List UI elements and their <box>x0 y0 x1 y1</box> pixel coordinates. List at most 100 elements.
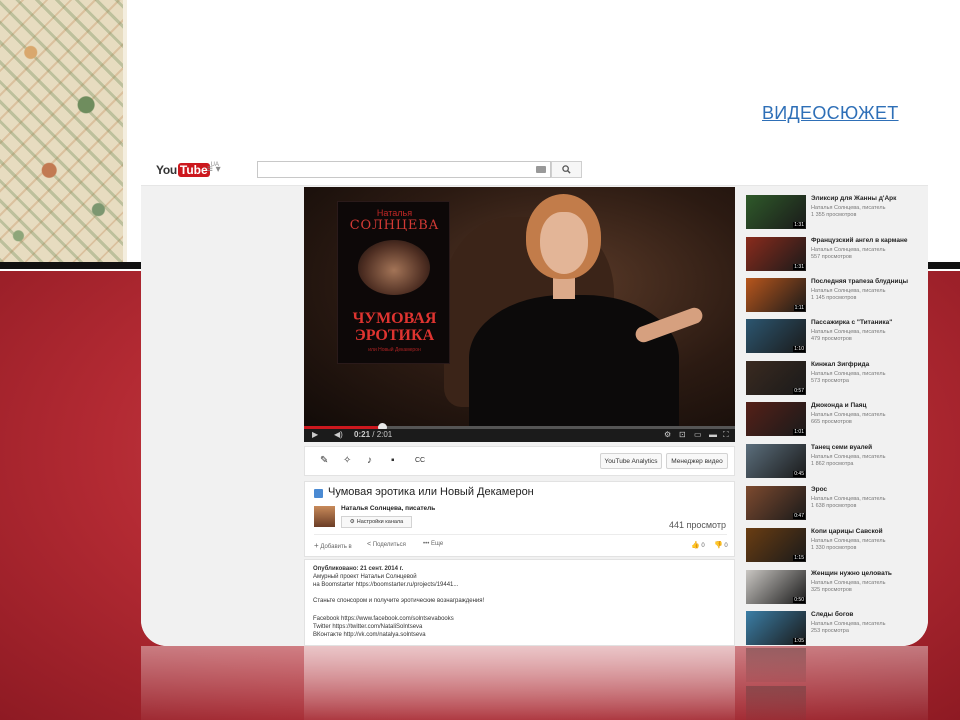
floral-edge <box>123 0 127 262</box>
search-button[interactable] <box>551 161 582 178</box>
share-button[interactable]: < Поделиться <box>367 541 406 548</box>
related-video-views: 1 862 просмотра <box>811 461 854 467</box>
thumbs-down-icon: 👎 <box>714 542 723 549</box>
related-video-item[interactable]: 1:05 Следы богов Наталья Солнцева, писател… <box>746 611 921 646</box>
related-video-title[interactable]: Кинжал Зигфрида <box>811 361 869 368</box>
dislike-count: 0 <box>724 543 728 549</box>
add-to-button[interactable]: + Добавить в <box>314 541 352 550</box>
pencil-icon[interactable]: ✎ <box>320 455 328 466</box>
video-duration: 1:05 <box>793 638 805 644</box>
video-thumbnail[interactable]: 1:05 <box>746 611 806 645</box>
related-video-item[interactable]: 1:11 Последняя трапеза блудницы Наталья Со… <box>746 278 921 315</box>
related-video-views: 557 просмотров <box>811 254 852 260</box>
fullscreen-icon[interactable]: ⛶ <box>723 430 729 440</box>
related-video-title[interactable]: Копи царицы Савской <box>811 528 883 535</box>
video-thumbnail[interactable]: 0:47 <box>746 486 806 520</box>
related-video-title[interactable]: Эликсир для Жанны д'Арк <box>811 195 896 202</box>
add-to-label: Добавить в <box>320 544 352 550</box>
video-title: Чумовая эротика или Новый Декамерон <box>328 486 534 498</box>
comment-icon[interactable]: ▪ <box>391 455 395 466</box>
video-duration: 1:01 <box>793 429 805 435</box>
video-info-card: Чумовая эротика или Новый Декамерон Ната… <box>304 481 735 557</box>
related-video-title[interactable]: Последняя трапеза блудницы <box>811 278 908 285</box>
video-duration: 0:50 <box>793 597 805 603</box>
related-video-views: 1 145 просмотров <box>811 295 857 301</box>
book-subtitle: или Новый Декамерон <box>368 347 421 353</box>
video-thumbnail[interactable]: 0:45 <box>746 444 806 478</box>
related-video-author: Наталья Солнцева, писатель <box>811 329 886 335</box>
related-video-item[interactable]: 0:57 Кинжал Зигфрида Наталья Солнцева, пис… <box>746 361 921 398</box>
like-button[interactable]: 👍 0 <box>691 541 705 549</box>
video-thumbnail[interactable]: 1:10 <box>746 319 806 353</box>
channel-settings-button[interactable]: ⚙ Настройки канала <box>341 516 412 528</box>
related-video-item[interactable]: 1:31 Эликсир для Жанны д'Арк Наталья Солнц… <box>746 195 921 232</box>
related-video-views: 1 355 просмотров <box>811 212 857 218</box>
video-thumbnail[interactable]: 1:01 <box>746 402 806 436</box>
music-icon[interactable]: ♪ <box>367 455 372 466</box>
related-video-item[interactable]: 0:45 Танец семи вуалей Наталья Солнцева, п… <box>746 444 921 481</box>
video-thumbnail[interactable]: 1:31 <box>746 237 806 271</box>
video-thumbnail[interactable]: 1:11 <box>746 278 806 312</box>
related-video-author: Наталья Солнцева, писатель <box>811 205 886 211</box>
view-count: 441 просмотр <box>668 520 726 530</box>
channel-avatar[interactable] <box>314 506 335 527</box>
video-thumbnail[interactable]: 0:57 <box>746 361 806 395</box>
related-video-title[interactable]: Французский ангел в кармане <box>811 237 908 244</box>
related-video-title[interactable]: Женщин нужно целовать <box>811 570 892 577</box>
more-button[interactable]: ••• Еще <box>423 541 443 547</box>
related-video-title[interactable]: Следы богов <box>811 611 853 618</box>
video-player[interactable]: Наталья СОЛНЦЕВА ЧУМОВАЯ ЭРОТИКА или Нов… <box>304 187 735 442</box>
logo-tube: Tube <box>177 163 210 177</box>
related-video-item[interactable]: 1:15 Копи царицы Савской Наталья Солнцева,… <box>746 528 921 565</box>
search-icon <box>562 165 571 174</box>
related-video-author: Наталья Солнцева, писатель <box>811 580 886 586</box>
channel-name[interactable]: Наталья Солнцева, писатель <box>341 505 435 512</box>
size-icon[interactable]: ▭ <box>694 430 702 439</box>
video-editor-toolbar: ✎ ✧ ♪ ▪ CC YouTube Analytics Менеджер ви… <box>304 446 735 476</box>
reflection-content <box>304 646 735 720</box>
related-video-title[interactable]: Пассажирка с "Титаника" <box>811 319 892 326</box>
more-label: Еще <box>430 541 444 547</box>
video-thumbnail[interactable]: 0:50 <box>746 570 806 604</box>
video-duration: 0:47 <box>793 513 805 519</box>
video-duration: 0:45 <box>793 471 805 477</box>
related-video-item[interactable]: 1:10 Пассажирка с "Титаника" Наталья Солнц… <box>746 319 921 356</box>
related-video-item[interactable]: 1:01 Джоконда и Паяц Наталья Солнцева, пис… <box>746 402 921 439</box>
related-video-item[interactable]: 0:50 Женщин нужно целовать Наталья Солнцев… <box>746 570 921 607</box>
floral-decoration <box>0 0 123 262</box>
related-video-item[interactable]: 0:47 Эрос Наталья Солнцева, писатель 1 638 … <box>746 486 921 523</box>
play-icon[interactable]: ▶ <box>312 430 318 439</box>
dislike-button[interactable]: 👎 0 <box>714 541 728 549</box>
search-input[interactable] <box>257 161 551 178</box>
related-video-views: 479 просмотров <box>811 336 852 342</box>
upload-icon <box>314 489 323 498</box>
video-duration: 1:31 <box>793 222 805 228</box>
video-manager-button[interactable]: Менеджер видео <box>666 453 728 469</box>
published-date: Опубликовано: 21 сент. 2014 г. <box>313 566 404 572</box>
keyboard-icon[interactable] <box>536 166 546 173</box>
captions-icon[interactable]: CC <box>415 457 425 464</box>
related-video-item[interactable]: 1:31 Французский ангел в кармане Наталья С… <box>746 237 921 274</box>
video-thumbnail[interactable]: 1:15 <box>746 528 806 562</box>
video-thumbnail[interactable]: 1:31 <box>746 195 806 229</box>
watch-later-icon[interactable]: ⊡ <box>679 430 686 439</box>
guide-menu-icon[interactable]: ≡ ▾ <box>207 164 221 175</box>
share-icon: < <box>367 541 372 548</box>
cast-icon[interactable]: ▬ <box>709 430 717 439</box>
analytics-button[interactable]: YouTube Analytics <box>600 453 662 469</box>
related-video-author: Наталья Солнцева, писатель <box>811 621 886 627</box>
related-video-title[interactable]: Джоконда и Паяц <box>811 402 867 409</box>
related-video-author: Наталья Солнцева, писатель <box>811 371 886 377</box>
magic-wand-icon[interactable]: ✧ <box>343 455 351 466</box>
book-art <box>358 240 430 295</box>
settings-icon[interactable]: ⚙ <box>664 430 671 439</box>
share-label: Поделиться <box>372 542 406 548</box>
related-video-title[interactable]: Эрос <box>811 486 827 493</box>
youtube-screenshot: You Tube UA ≡ ▾ Наталья СОЛНЦЕВА ЧУМОВАЯ… <box>141 156 928 646</box>
book-title-line-1: ЧУМОВАЯ <box>352 310 437 327</box>
video-link[interactable]: ВИДЕОСЮЖЕТ <box>762 103 899 124</box>
youtube-header: You Tube UA ≡ ▾ <box>141 156 928 186</box>
volume-icon[interactable]: ◀) <box>334 430 343 439</box>
thumbs-up-icon: 👍 <box>691 542 700 549</box>
related-video-title[interactable]: Танец семи вуалей <box>811 444 872 451</box>
